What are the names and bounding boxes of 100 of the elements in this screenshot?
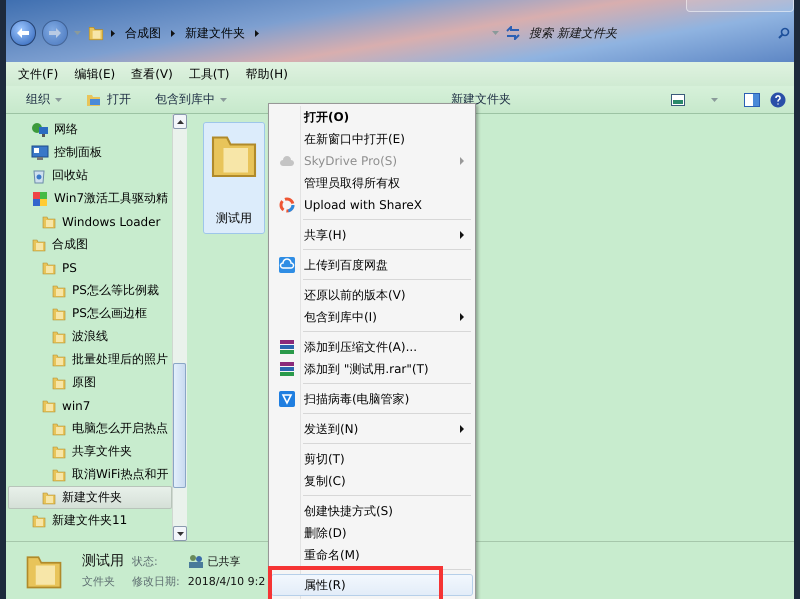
- breadcrumb[interactable]: 新建文件夹: [185, 24, 245, 42]
- back-arrow-icon: [17, 28, 29, 38]
- folder-icon: [31, 512, 47, 528]
- caret-icon: [492, 31, 499, 35]
- menu-item[interactable]: 查看(V): [123, 66, 181, 82]
- folder-icon: [51, 444, 67, 460]
- tree-item[interactable]: 波浪线: [8, 325, 172, 348]
- folder-icon: [51, 374, 67, 390]
- tree-item[interactable]: 取消WiFi热点和开: [8, 463, 172, 486]
- tree-item[interactable]: Win7激活工具驱动精: [8, 187, 172, 210]
- preview-pane-icon[interactable]: [744, 92, 760, 106]
- file-tile[interactable]: 测试用: [203, 122, 265, 234]
- chevron-icon: [111, 30, 115, 36]
- context-menu-item[interactable]: 添加到 "测试用.rar"(T): [271, 358, 473, 380]
- context-menu-item[interactable]: 扫描病毒(电脑管家): [271, 388, 473, 410]
- folder-icon: [51, 306, 67, 322]
- chevron-icon: [255, 30, 259, 36]
- tree-item[interactable]: 网络: [8, 118, 172, 141]
- down-arrow-icon: [176, 532, 184, 536]
- menu-item[interactable]: 文件(F): [10, 66, 66, 82]
- ring-logo-icon: [279, 197, 295, 213]
- context-menu-item[interactable]: 发送到(N): [271, 418, 473, 440]
- folder-icon: [41, 260, 57, 276]
- tree-item[interactable]: 合成图: [8, 233, 172, 256]
- back-button[interactable]: [10, 20, 36, 46]
- books-icon: [279, 339, 295, 355]
- context-menu-item[interactable]: 复制(C): [271, 470, 473, 492]
- caret-icon: [711, 98, 718, 102]
- refresh-icon[interactable]: [505, 26, 521, 40]
- tree-item[interactable]: 新建文件夹11: [8, 509, 172, 532]
- context-menu-item[interactable]: 剪切(T): [271, 448, 473, 470]
- shield-icon: [279, 391, 295, 407]
- folder-icon: [51, 352, 67, 368]
- menu-item[interactable]: 工具(T): [180, 66, 238, 82]
- context-menu-item[interactable]: 共享(H): [271, 224, 473, 246]
- tree-item[interactable]: 批量处理后的照片: [8, 348, 172, 371]
- folder-icon: [51, 466, 67, 482]
- forward-arrow-icon: [49, 28, 61, 38]
- context-menu-item[interactable]: Upload with ShareX: [271, 194, 473, 216]
- tree-item[interactable]: 控制面板: [8, 141, 172, 164]
- books-icon: [279, 361, 295, 377]
- context-menu-item[interactable]: 包含到库中(I): [271, 306, 473, 328]
- folder-icon: [41, 214, 57, 230]
- help-icon[interactable]: [770, 92, 786, 108]
- tree-item[interactable]: 回收站: [8, 164, 172, 187]
- context-menu-item[interactable]: 在新窗口中打开(E): [271, 128, 473, 150]
- forward-button[interactable]: [42, 20, 68, 46]
- menu-item[interactable]: 帮助(H): [238, 66, 296, 82]
- tree-item[interactable]: PS怎么画边框: [8, 302, 172, 325]
- scrollbar-thumb[interactable]: [173, 363, 186, 488]
- menu-item[interactable]: 编辑(E): [66, 66, 124, 82]
- context-menu-item[interactable]: 属性(R): [271, 574, 473, 596]
- scrollbar[interactable]: [172, 114, 187, 541]
- caret-icon: [55, 98, 62, 102]
- toolbar-button[interactable]: 打开: [76, 88, 141, 112]
- context-menu-item[interactable]: 删除(D): [271, 522, 473, 544]
- search-field[interactable]: 搜索 新建文件夹: [527, 23, 772, 43]
- context-menu-item[interactable]: 添加到压缩文件(A)...: [271, 336, 473, 358]
- status-value: 已共享: [188, 554, 266, 568]
- file-type: 文件夹: [82, 574, 116, 589]
- folder-icon: [51, 420, 67, 436]
- scroll-up-button[interactable]: [173, 114, 187, 129]
- submenu-arrow-icon: [460, 313, 464, 321]
- cloud-badge-icon: [279, 257, 295, 273]
- tree-item[interactable]: Windows Loader: [8, 210, 172, 233]
- breadcrumb[interactable]: 合成图: [125, 24, 161, 42]
- tree-item[interactable]: 新建文件夹: [8, 486, 172, 509]
- file-name: 测试用: [82, 552, 124, 570]
- context-menu-item[interactable]: 创建快捷方式(S): [271, 500, 473, 522]
- context-menu-item[interactable]: 还原以前的版本(V): [271, 284, 473, 306]
- submenu-arrow-icon: [460, 231, 464, 239]
- folder-icon: [87, 24, 105, 42]
- context-menu-item[interactable]: 上传到百度网盘: [271, 254, 473, 276]
- folder-icon: [31, 236, 47, 252]
- app-icon: [31, 190, 49, 208]
- scroll-down-button[interactable]: [173, 526, 187, 541]
- status-label: 状态:: [132, 554, 159, 568]
- toolbar-button[interactable]: 组织: [16, 88, 72, 112]
- context-menu-item[interactable]: 管理员取得所有权: [271, 172, 473, 194]
- folder-open-icon: [86, 92, 102, 106]
- tree-item[interactable]: PS怎么等比例裁: [8, 279, 172, 302]
- cloud-icon: [279, 155, 295, 167]
- view-icon[interactable]: [671, 94, 685, 106]
- globe-monitor-icon: [31, 122, 49, 138]
- folder-icon: [51, 282, 67, 298]
- chevron-icon: [171, 30, 175, 36]
- tree-item[interactable]: 原图: [8, 371, 172, 394]
- submenu-arrow-icon: [460, 157, 464, 165]
- toolbar-button[interactable]: 包含到库中: [145, 88, 237, 112]
- context-menu-item[interactable]: 打开(O): [271, 106, 473, 128]
- submenu-arrow-icon: [460, 425, 464, 433]
- tree-item[interactable]: 共享文件夹: [8, 440, 172, 463]
- search-icon[interactable]: [778, 27, 790, 39]
- recycle-bin-icon: [31, 168, 47, 184]
- tree-item[interactable]: PS: [8, 256, 172, 279]
- control-panel-icon: [31, 144, 49, 160]
- context-menu-item[interactable]: 重命名(M): [271, 544, 473, 566]
- folder-icon: [41, 490, 57, 506]
- tree-item[interactable]: win7: [8, 394, 172, 417]
- tree-item[interactable]: 电脑怎么开启热点: [8, 417, 172, 440]
